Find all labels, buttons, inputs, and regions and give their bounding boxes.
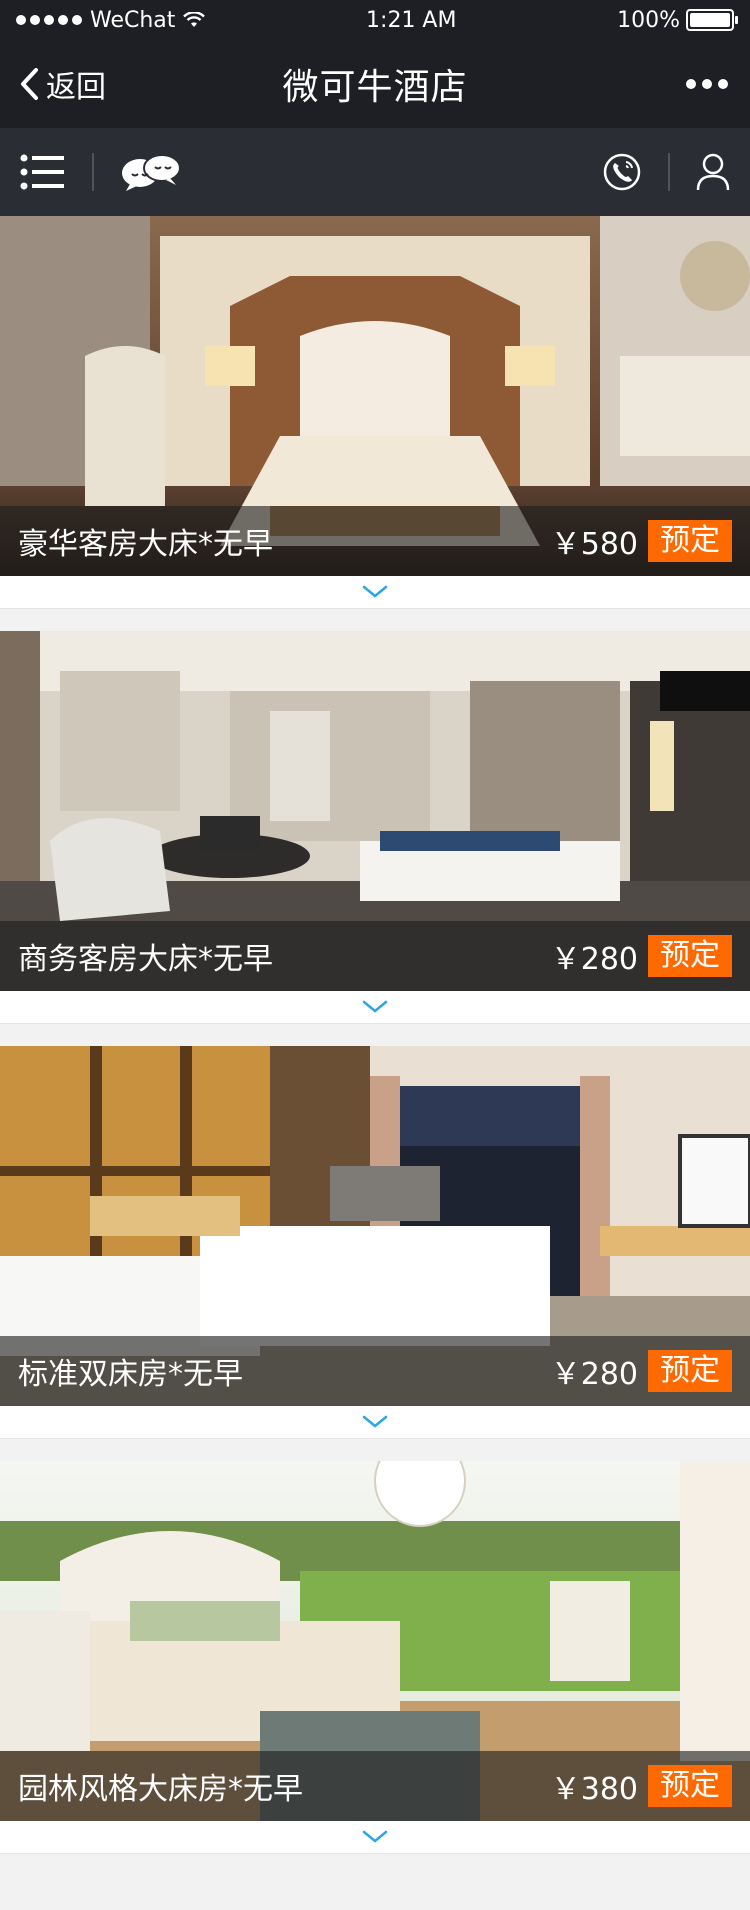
book-button[interactable]: 预定 xyxy=(648,1765,732,1807)
room-caption: 标准双床房*无早 ￥280 预定 xyxy=(0,1336,750,1406)
menu-list-icon[interactable] xyxy=(20,154,66,190)
page-title: 微可牛酒店 xyxy=(282,67,468,108)
expand-toggle[interactable] xyxy=(0,991,750,1024)
toolbar xyxy=(0,128,750,216)
phone-icon[interactable] xyxy=(602,152,642,192)
room-price: ￥280 xyxy=(550,1357,638,1392)
room-price: ￥280 xyxy=(550,942,638,977)
signal-icon xyxy=(16,15,82,25)
chevron-down-icon xyxy=(362,1000,388,1013)
navbar: 返回 微可牛酒店 xyxy=(0,40,750,128)
toolbar-right xyxy=(602,152,730,192)
back-button[interactable]: 返回 xyxy=(18,40,106,128)
room-name: 商务客房大床*无早 xyxy=(18,942,273,977)
toolbar-divider-right xyxy=(668,153,670,191)
more-dots-icon[interactable] xyxy=(686,40,728,128)
room-price: ￥380 xyxy=(550,1772,638,1807)
book-button[interactable]: 预定 xyxy=(648,1350,732,1392)
expand-toggle[interactable] xyxy=(0,1406,750,1439)
room-photo: 豪华客房大床*无早 ￥580 预定 xyxy=(0,216,750,576)
room-card-garden: 园林风格大床房*无早 ￥380 预定 xyxy=(0,1461,750,1854)
room-name: 园林风格大床房*无早 xyxy=(18,1772,303,1807)
room-photo: 园林风格大床房*无早 ￥380 预定 xyxy=(0,1461,750,1821)
room-card-business: 商务客房大床*无早 ￥280 预定 xyxy=(0,631,750,1024)
battery-icon xyxy=(685,9,738,31)
chat-bubbles-icon[interactable] xyxy=(120,152,182,192)
room-caption: 商务客房大床*无早 ￥280 预定 xyxy=(0,921,750,991)
chevron-down-icon xyxy=(362,1415,388,1428)
chevron-down-icon xyxy=(362,1830,388,1843)
room-card-luxury: 豪华客房大床*无早 ￥580 预定 xyxy=(0,216,750,609)
header: WeChat 1:21 AM 100% 返回 微可牛酒店 xyxy=(0,0,750,128)
room-photo: 标准双床房*无早 ￥280 预定 xyxy=(0,1046,750,1406)
room-card-standard: 标准双床房*无早 ￥280 预定 xyxy=(0,1046,750,1439)
room-caption: 豪华客房大床*无早 ￥580 预定 xyxy=(0,506,750,576)
book-button[interactable]: 预定 xyxy=(648,520,732,562)
chevron-left-icon xyxy=(21,68,38,100)
room-photo: 商务客房大床*无早 ￥280 预定 xyxy=(0,631,750,991)
chevron-down-icon xyxy=(362,585,388,598)
status-bar: WeChat 1:21 AM 100% xyxy=(0,0,750,40)
battery-percent: 100% xyxy=(617,7,680,33)
battery-status: 100% xyxy=(617,7,738,33)
book-button[interactable]: 预定 xyxy=(648,935,732,977)
battery-fill xyxy=(689,13,730,27)
room-caption: 园林风格大床房*无早 ￥380 预定 xyxy=(0,1751,750,1821)
user-icon[interactable] xyxy=(696,152,730,192)
back-label: 返回 xyxy=(46,70,106,105)
status-time: 1:21 AM xyxy=(366,7,457,33)
toolbar-divider xyxy=(92,153,94,191)
room-name: 标准双床房*无早 xyxy=(18,1357,243,1392)
expand-toggle[interactable] xyxy=(0,576,750,609)
room-price: ￥580 xyxy=(550,527,638,562)
carrier-label: WeChat xyxy=(90,7,176,33)
wifi-icon xyxy=(183,12,206,27)
expand-toggle[interactable] xyxy=(0,1821,750,1854)
room-name: 豪华客房大床*无早 xyxy=(18,527,273,562)
status-left: WeChat xyxy=(16,7,206,33)
